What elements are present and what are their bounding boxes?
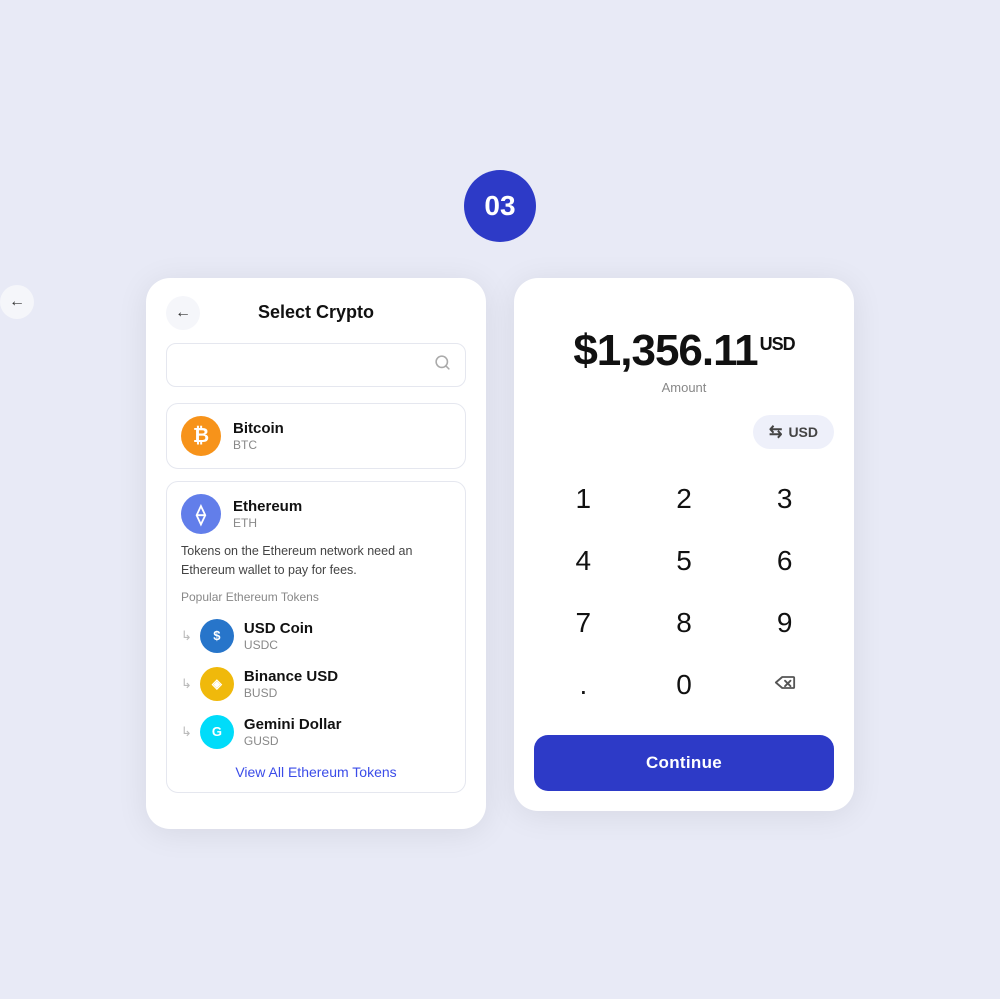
amount-panel: ← $1,356.11USD Amount ⇆ USD 1 2 3 4 5 6 … bbox=[514, 278, 854, 811]
gusd-logo: G bbox=[200, 715, 234, 749]
numpad-4[interactable]: 4 bbox=[534, 531, 633, 591]
step-badge: 03 bbox=[464, 170, 536, 242]
amount-label: Amount bbox=[534, 380, 834, 395]
busd-info: Binance USD BUSD bbox=[244, 668, 338, 700]
usdc-token-item[interactable]: ↳ $ USD Coin USDC bbox=[181, 612, 451, 660]
numpad-5[interactable]: 5 bbox=[635, 531, 734, 591]
busd-name: Binance USD bbox=[244, 668, 338, 685]
ethereum-section: ⟠ Ethereum ETH Tokens on the Ethereum ne… bbox=[166, 481, 466, 793]
busd-arrow-icon: ↳ bbox=[181, 676, 192, 692]
numpad-9[interactable]: 9 bbox=[735, 593, 834, 653]
usdc-logo: $ bbox=[200, 619, 234, 653]
ethereum-logo: ⟠ bbox=[181, 494, 221, 534]
currency-toggle-icon: ⇆ bbox=[769, 422, 782, 442]
currency-toggle-label: USD bbox=[788, 424, 818, 440]
usdc-arrow-icon: ↳ bbox=[181, 628, 192, 644]
panels-container: ← Select Crypto ₿ Bitcoin BTC bbox=[146, 278, 854, 829]
popular-tokens-label: Popular Ethereum Tokens bbox=[181, 590, 451, 604]
numpad-8[interactable]: 8 bbox=[635, 593, 734, 653]
view-all-tokens-link[interactable]: View All Ethereum Tokens bbox=[181, 764, 451, 780]
numpad-0[interactable]: 0 bbox=[635, 655, 734, 715]
left-panel-header: ← Select Crypto bbox=[166, 302, 466, 323]
gusd-arrow-icon: ↳ bbox=[181, 724, 192, 740]
ethereum-symbol: ETH bbox=[233, 516, 302, 530]
usdc-name: USD Coin bbox=[244, 620, 313, 637]
bitcoin-logo: ₿ bbox=[181, 416, 221, 456]
numpad-1[interactable]: 1 bbox=[534, 469, 633, 529]
amount-display: $1,356.11USD Amount bbox=[534, 326, 834, 395]
search-icon bbox=[434, 354, 451, 376]
gusd-token-item[interactable]: ↳ G Gemini Dollar GUSD bbox=[181, 708, 451, 756]
right-back-button[interactable]: ← bbox=[0, 285, 34, 319]
numpad-2[interactable]: 2 bbox=[635, 469, 734, 529]
search-input[interactable] bbox=[181, 357, 434, 374]
gusd-symbol: GUSD bbox=[244, 734, 342, 748]
currency-toggle-button[interactable]: ⇆ USD bbox=[753, 415, 834, 449]
numpad-7[interactable]: 7 bbox=[534, 593, 633, 653]
search-container bbox=[166, 343, 466, 387]
bitcoin-info: Bitcoin BTC bbox=[233, 420, 284, 452]
numpad-delete[interactable] bbox=[735, 655, 834, 715]
continue-button[interactable]: Continue bbox=[534, 735, 834, 791]
gusd-name: Gemini Dollar bbox=[244, 716, 342, 733]
ethereum-note: Tokens on the Ethereum network need an E… bbox=[181, 542, 451, 580]
busd-token-item[interactable]: ↳ ◈ Binance USD BUSD bbox=[181, 660, 451, 708]
usdc-info: USD Coin USDC bbox=[244, 620, 313, 652]
numpad-6[interactable]: 6 bbox=[735, 531, 834, 591]
busd-symbol: BUSD bbox=[244, 686, 338, 700]
bitcoin-name: Bitcoin bbox=[233, 420, 284, 437]
left-back-button[interactable]: ← bbox=[166, 296, 200, 330]
select-crypto-panel: ← Select Crypto ₿ Bitcoin BTC bbox=[146, 278, 486, 829]
step-number: 03 bbox=[484, 190, 515, 222]
left-panel-title: Select Crypto bbox=[258, 302, 374, 323]
currency-toggle-container: ⇆ USD bbox=[534, 415, 834, 449]
amount-value: $1,356.11USD bbox=[534, 326, 834, 376]
usdc-symbol: USDC bbox=[244, 638, 313, 652]
numpad-3[interactable]: 3 bbox=[735, 469, 834, 529]
bitcoin-symbol: BTC bbox=[233, 438, 284, 452]
ethereum-name: Ethereum bbox=[233, 498, 302, 515]
gusd-info: Gemini Dollar GUSD bbox=[244, 716, 342, 748]
ethereum-header: ⟠ Ethereum ETH bbox=[181, 494, 451, 534]
ethereum-info: Ethereum ETH bbox=[233, 498, 302, 530]
bitcoin-item[interactable]: ₿ Bitcoin BTC bbox=[166, 403, 466, 469]
numpad: 1 2 3 4 5 6 7 8 9 . 0 bbox=[534, 469, 834, 715]
busd-logo: ◈ bbox=[200, 667, 234, 701]
numpad-dot[interactable]: . bbox=[534, 655, 633, 715]
